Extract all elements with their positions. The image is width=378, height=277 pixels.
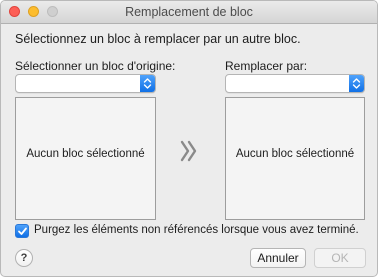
window-title: Remplacement de bloc	[125, 5, 253, 19]
source-block-popup[interactable]	[15, 74, 156, 93]
help-button[interactable]: ?	[15, 249, 33, 267]
source-block-label: Sélectionner un bloc d'origine:	[15, 59, 176, 73]
replacement-empty-text: Aucun bloc sélectionné	[235, 148, 355, 160]
source-empty-text: Aucun bloc sélectionné	[26, 148, 145, 160]
replacement-block-label: Remplacer par:	[225, 59, 308, 73]
updown-arrows-icon	[140, 75, 155, 92]
purge-checkbox-label[interactable]: Purgez les éléments non référencés lorsq…	[34, 224, 359, 236]
title-bar: Remplacement de bloc	[1, 1, 377, 24]
purge-checkbox[interactable]	[15, 224, 29, 238]
instruction-text: Sélectionnez un bloc à remplacer par un …	[15, 32, 301, 46]
source-block-preview: Aucun bloc sélectionné	[15, 97, 156, 220]
updown-arrows-icon	[349, 75, 364, 92]
block-replacement-dialog: Remplacement de bloc Sélectionnez un blo…	[0, 0, 378, 277]
replacement-block-preview: Aucun bloc sélectionné	[225, 97, 365, 220]
cancel-button[interactable]: Annuler	[250, 248, 306, 268]
replacement-block-popup[interactable]	[225, 74, 365, 93]
double-chevron-right-icon	[179, 139, 199, 163]
ok-button[interactable]: OK	[314, 248, 366, 268]
